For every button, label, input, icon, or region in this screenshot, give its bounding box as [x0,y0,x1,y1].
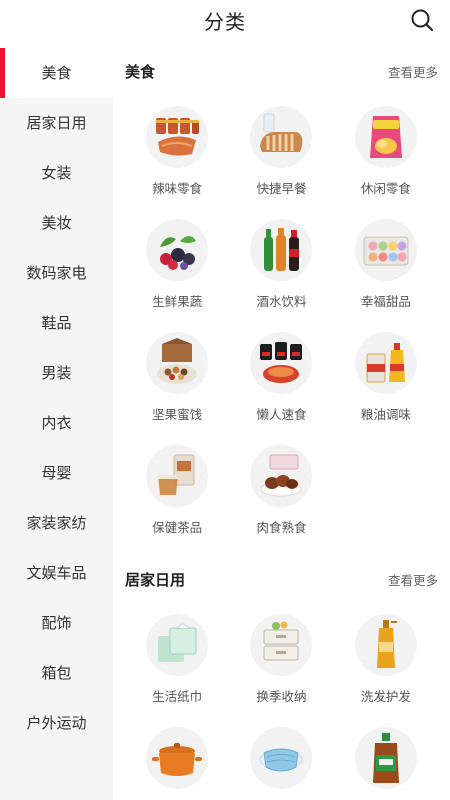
macaron-box-icon [354,219,417,281]
sidebar-item-womens-clothing[interactable]: 女装 [0,148,113,198]
category-item-label: 粮油调味 [360,407,411,422]
section-header: 美食 查看更多 [125,48,438,94]
page-title: 分类 [204,10,246,34]
berries-icon [146,219,209,281]
section-title: 美食 [125,62,156,81]
category-item-masks[interactable] [229,715,333,800]
instant-noodle-icon [250,332,313,394]
tea-icon [146,445,209,507]
category-item-desserts[interactable]: 幸福甜品 [334,207,438,320]
category-item-disinfectant[interactable] [334,715,438,800]
view-more-link[interactable]: 查看更多 [388,62,438,81]
category-item-label: 懒人速食 [256,407,307,422]
category-item-oil-rice[interactable]: 粮油调味 [334,320,438,433]
category-item-label: 洗发护发 [360,689,411,704]
sidebar-item-outdoor-sports[interactable]: 户外运动 [0,698,113,748]
bread-icon [250,106,313,168]
category-sidebar: 美食 居家日用 女装 美妆 数码家电 鞋品 男装 内衣 母婴 家装家纺 文娱车品… [0,48,113,800]
sidebar-item-entertainment-car[interactable]: 文娱车品 [0,548,113,598]
category-item-cookware[interactable] [125,715,229,800]
sidebar-item-mother-baby[interactable]: 母婴 [0,448,113,498]
section-food: 美食 查看更多 辣味零食 快捷早餐 休闲零食 生鲜果蔬 酒水饮料 幸福甜品 坚果… [113,48,450,546]
category-content: 美食 查看更多 辣味零食 快捷早餐 休闲零食 生鲜果蔬 酒水饮料 幸福甜品 坚果… [113,48,450,800]
view-more-link[interactable]: 查看更多 [388,570,438,589]
shampoo-bottle-icon [354,614,417,676]
oil-rice-icon [354,332,417,394]
category-item-instant-food[interactable]: 懒人速食 [229,320,333,433]
category-item-storage[interactable]: 换季收纳 [229,602,333,715]
cooking-pot-icon [146,727,209,789]
category-item-drinks[interactable]: 酒水饮料 [229,207,333,320]
chips-bag-icon [354,106,417,168]
face-mask-icon [250,727,313,789]
sidebar-item-mens-clothing[interactable]: 男装 [0,348,113,398]
disinfectant-bottle-icon [354,727,417,789]
top-bar: 分类 [0,0,450,46]
sidebar-item-underwear[interactable]: 内衣 [0,398,113,448]
section-title: 居家日用 [125,570,186,589]
category-grid: 生活纸巾 换季收纳 洗发护发 [125,602,438,800]
sidebar-item-beauty[interactable]: 美妆 [0,198,113,248]
sidebar-item-food[interactable]: 美食 [0,48,113,98]
category-item-label: 休闲零食 [360,181,411,196]
category-item-fresh-produce[interactable]: 生鲜果蔬 [125,207,229,320]
section-home-daily: 居家日用 查看更多 生活纸巾 换季收纳 洗发护发 [113,556,450,800]
search-button[interactable] [408,8,436,36]
category-item-health-tea[interactable]: 保健茶品 [125,433,229,546]
category-item-label: 酒水饮料 [256,294,307,309]
category-item-label: 辣味零食 [152,181,203,196]
category-item-cooked-meat[interactable]: 肉食熟食 [229,433,333,546]
braised-meat-icon [250,445,313,507]
category-item-casual-snacks[interactable]: 休闲零食 [334,94,438,207]
category-item-tissues[interactable]: 生活纸巾 [125,602,229,715]
category-item-label: 换季收纳 [256,689,307,704]
spicy-snack-icon [146,106,209,168]
drink-bottles-icon [250,219,313,281]
sidebar-item-accessories[interactable]: 配饰 [0,598,113,648]
category-item-label: 保健茶品 [152,520,203,535]
category-item-label: 肉食熟食 [256,520,307,535]
sidebar-item-home-daily[interactable]: 居家日用 [0,98,113,148]
category-item-breakfast[interactable]: 快捷早餐 [229,94,333,207]
category-item-label: 幸福甜品 [360,294,411,309]
category-item-label: 生活纸巾 [152,689,203,704]
tissue-box-icon [146,614,209,676]
sidebar-item-digital-appliances[interactable]: 数码家电 [0,248,113,298]
search-icon [410,8,434,36]
sidebar-item-bags[interactable]: 箱包 [0,648,113,698]
category-grid: 辣味零食 快捷早餐 休闲零食 生鲜果蔬 酒水饮料 幸福甜品 坚果蜜饯 懒人速食 … [125,94,438,546]
category-item-label: 快捷早餐 [256,181,307,196]
sidebar-item-shoes[interactable]: 鞋品 [0,298,113,348]
category-item-label: 坚果蜜饯 [152,407,203,422]
category-item-hair-care[interactable]: 洗发护发 [334,602,438,715]
app-root: 分类 美食 居家日用 女装 美妆 数码家电 鞋品 男装 内衣 母婴 家装家纺 文… [0,0,450,800]
category-item-spicy-snacks[interactable]: 辣味零食 [125,94,229,207]
section-header: 居家日用 查看更多 [125,556,438,602]
category-item-nuts[interactable]: 坚果蜜饯 [125,320,229,433]
category-item-label: 生鲜果蔬 [152,294,203,309]
sidebar-item-home-textile[interactable]: 家装家纺 [0,498,113,548]
storage-drawer-icon [250,614,313,676]
nuts-icon [146,332,209,394]
